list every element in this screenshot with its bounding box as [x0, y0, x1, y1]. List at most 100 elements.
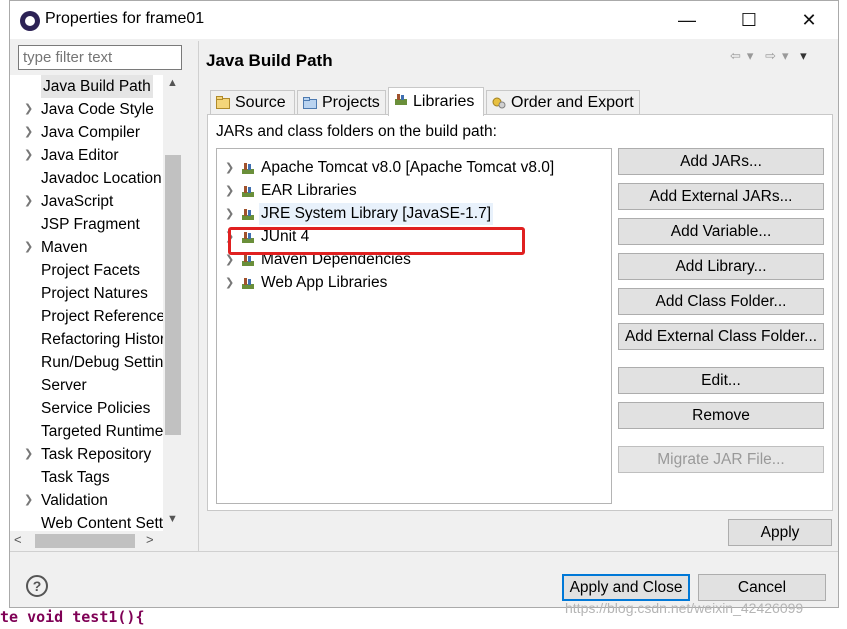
- apply-button[interactable]: Apply: [728, 519, 832, 546]
- tree-item-label: Java Compiler: [41, 124, 141, 141]
- maximize-button[interactable]: ☐: [726, 5, 772, 35]
- tree-item-label: Maven: [41, 239, 88, 256]
- library-row[interactable]: ❯ Web App Libraries: [217, 272, 597, 295]
- tree-item[interactable]: Server: [10, 374, 170, 397]
- tree-item[interactable]: Java Build Path: [10, 75, 170, 98]
- library-icon: [242, 186, 254, 197]
- tree-item[interactable]: ❯ Maven: [10, 236, 170, 259]
- tree-item[interactable]: Project Facets: [10, 259, 170, 282]
- forward-arrow-icon[interactable]: ⇨: [765, 48, 778, 64]
- chevron-right-icon[interactable]: ❯: [24, 144, 36, 167]
- tree-item[interactable]: Task Tags: [10, 466, 170, 489]
- tab-projects-label: Projects: [322, 94, 380, 111]
- close-button[interactable]: ✕: [786, 5, 832, 35]
- migrate-jar-button[interactable]: Migrate JAR File...: [618, 446, 824, 473]
- chevron-right-icon[interactable]: ❯: [24, 98, 36, 121]
- eclipse-icon: [20, 11, 40, 31]
- forward-menu-icon[interactable]: ▾: [782, 48, 791, 64]
- scrollbar-thumb[interactable]: [165, 155, 181, 435]
- tree-item[interactable]: Run/Debug Settings: [10, 351, 170, 374]
- filter-input[interactable]: [18, 45, 182, 70]
- remove-button[interactable]: Remove: [618, 402, 824, 429]
- add-external-jars-button[interactable]: Add External JARs...: [618, 183, 824, 210]
- tree-item-label: Targeted Runtimes: [41, 423, 170, 440]
- background-code-text: te void test1(){: [0, 608, 145, 626]
- library-row[interactable]: ❯ EAR Libraries: [217, 180, 597, 203]
- scroll-down-icon[interactable]: ▼: [167, 513, 178, 525]
- back-arrow-icon[interactable]: ⇦: [730, 48, 743, 64]
- tree-item[interactable]: ❯ Java Code Style: [10, 98, 170, 121]
- add-external-class-folder-button[interactable]: Add External Class Folder...: [618, 323, 824, 350]
- tree-item[interactable]: Web Content Settings: [10, 512, 170, 531]
- tree-item[interactable]: Project Natures: [10, 282, 170, 305]
- tree-item-label: Project Facets: [41, 262, 141, 279]
- tree-item[interactable]: ❯ Validation: [10, 489, 170, 512]
- chevron-right-icon[interactable]: ❯: [24, 443, 36, 466]
- chevron-right-icon[interactable]: ❯: [24, 489, 36, 512]
- apply-and-close-button[interactable]: Apply and Close: [562, 574, 690, 601]
- chevron-right-icon[interactable]: ❯: [24, 236, 36, 259]
- add-class-folder-button[interactable]: Add Class Folder...: [618, 288, 824, 315]
- tree-item[interactable]: Service Policies: [10, 397, 170, 420]
- back-menu-icon[interactable]: ▾: [747, 48, 756, 64]
- library-row[interactable]: ❯ JRE System Library [JavaSE-1.7]: [217, 203, 597, 226]
- edit-button[interactable]: Edit...: [618, 367, 824, 394]
- tree-item[interactable]: Targeted Runtimes: [10, 420, 170, 443]
- add-library-button[interactable]: Add Library...: [618, 253, 824, 280]
- tree-item-label: Task Tags: [41, 469, 110, 486]
- tab-source[interactable]: Source: [210, 90, 295, 115]
- tree-item[interactable]: Javadoc Location: [10, 167, 170, 190]
- tree-item-label: Java Code Style: [41, 101, 154, 118]
- cancel-button[interactable]: Cancel: [698, 574, 826, 601]
- tree-item-label: JSP Fragment: [41, 216, 140, 233]
- minimize-button[interactable]: —: [664, 5, 710, 35]
- chevron-right-icon[interactable]: ❯: [225, 157, 234, 179]
- tree-item-label: Web Content Settings: [41, 515, 170, 531]
- tab-projects[interactable]: Projects: [297, 90, 386, 115]
- libraries-panel: JARs and class folders on the build path…: [207, 114, 833, 511]
- scroll-up-icon[interactable]: ▲: [167, 77, 178, 89]
- libraries-list[interactable]: ❯ Apache Tomcat v8.0 [Apache Tomcat v8.0]…: [216, 148, 612, 504]
- help-icon[interactable]: ?: [26, 575, 48, 597]
- window-title: Properties for frame01: [45, 10, 205, 27]
- tab-order-and-export[interactable]: Order and Export: [486, 90, 640, 115]
- tree-item[interactable]: ❯ Java Compiler: [10, 121, 170, 144]
- tree-item[interactable]: JSP Fragment: [10, 213, 170, 236]
- tree-item[interactable]: ❯ Java Editor: [10, 144, 170, 167]
- page-navigation: ⇦ ▾ ⇨ ▾ ▾: [730, 48, 813, 64]
- library-label: EAR Libraries: [261, 182, 357, 199]
- tree-horizontal-scrollbar[interactable]: < >: [10, 531, 163, 551]
- tree-item-label: Service Policies: [41, 400, 151, 417]
- tree-item[interactable]: Refactoring History: [10, 328, 170, 351]
- horizontal-scrollbar-thumb[interactable]: [35, 534, 135, 548]
- scroll-left-icon[interactable]: <: [14, 532, 22, 547]
- tab-order-and-export-label: Order and Export: [511, 94, 634, 111]
- chevron-right-icon[interactable]: ❯: [24, 190, 36, 213]
- tree-item[interactable]: ❯ Task Repository: [10, 443, 170, 466]
- tree-item[interactable]: Project References: [10, 305, 170, 328]
- order-export-icon: [492, 97, 506, 109]
- library-label: Apache Tomcat v8.0 [Apache Tomcat v8.0]: [261, 159, 555, 176]
- scroll-right-icon[interactable]: >: [146, 532, 154, 547]
- libraries-icon: [395, 94, 407, 105]
- tree-item-label: Project Natures: [41, 285, 148, 302]
- pane-divider: [198, 41, 199, 551]
- add-jars-button[interactable]: Add JARs...: [618, 148, 824, 175]
- view-menu-icon[interactable]: ▾: [800, 48, 809, 64]
- library-row[interactable]: ❯ Apache Tomcat v8.0 [Apache Tomcat v8.0]: [217, 157, 597, 180]
- annotation-highlight-box: [228, 227, 525, 255]
- tab-libraries[interactable]: Libraries: [388, 87, 484, 116]
- chevron-right-icon[interactable]: ❯: [225, 180, 234, 202]
- tree-item[interactable]: ❯ JavaScript: [10, 190, 170, 213]
- tree-item-label: Java Build Path: [41, 75, 153, 98]
- chevron-right-icon[interactable]: ❯: [225, 203, 234, 225]
- chevron-right-icon[interactable]: ❯: [225, 272, 234, 294]
- tree-item-label: Java Editor: [41, 147, 119, 164]
- add-variable-button[interactable]: Add Variable...: [618, 218, 824, 245]
- title-bar[interactable]: Properties for frame01 — ☐ ✕: [10, 1, 838, 39]
- tree-vertical-scrollbar[interactable]: ▲ ▼: [163, 75, 183, 531]
- footer-separator: [10, 551, 838, 552]
- chevron-right-icon[interactable]: ❯: [24, 121, 36, 144]
- library-icon: [242, 163, 254, 174]
- tree-item-label: Server: [41, 377, 87, 394]
